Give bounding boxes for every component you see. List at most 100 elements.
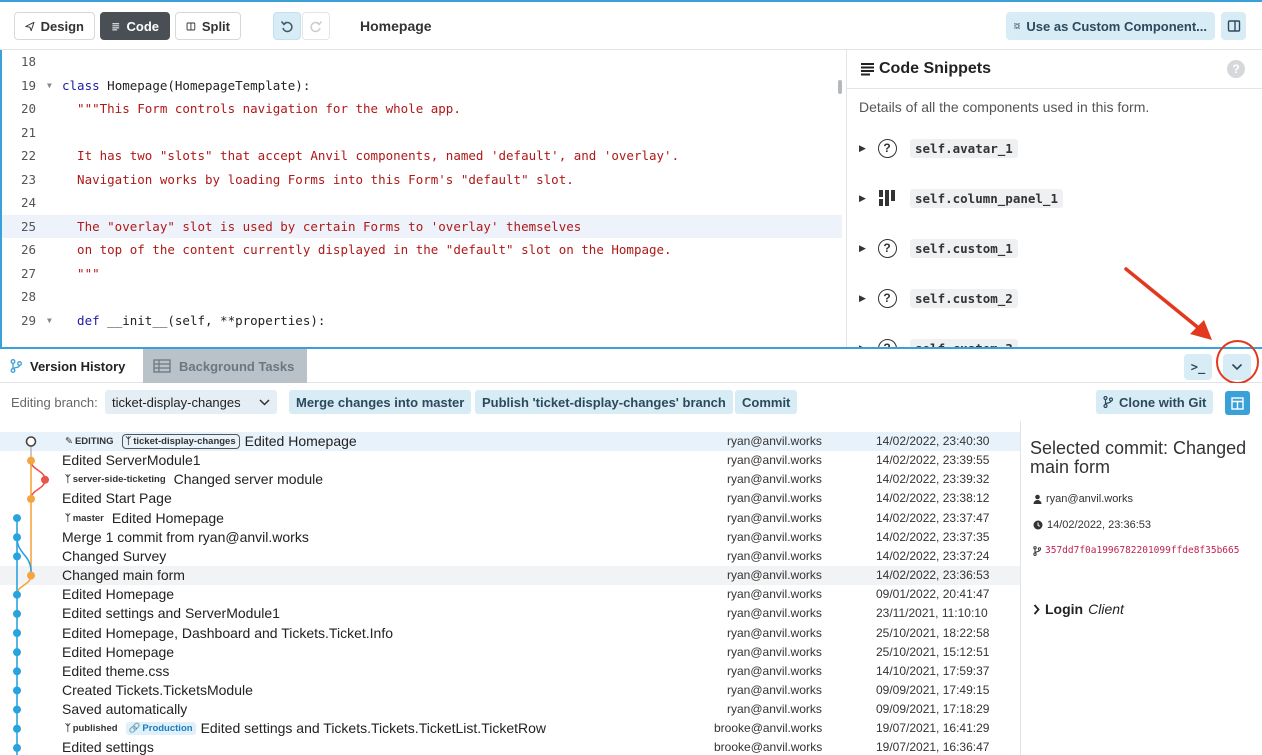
- expand-caret-icon[interactable]: ▶: [859, 193, 877, 204]
- editor-scrollbar[interactable]: [838, 80, 842, 94]
- commit-row[interactable]: Edited settings brooke@anvil.works 19/07/2…: [0, 738, 1020, 755]
- commit-node[interactable]: [27, 456, 35, 465]
- expand-caret-icon[interactable]: ▶: [859, 143, 877, 154]
- code-line[interactable]: 18: [2, 50, 842, 73]
- question-icon: ?: [877, 238, 897, 258]
- commit-node[interactable]: [27, 571, 35, 580]
- snippet-item[interactable]: ▶?self.custom_3: [859, 335, 1018, 347]
- merge-button[interactable]: Merge changes into master: [289, 390, 472, 414]
- commit-message: Changed Survey: [62, 547, 166, 566]
- commit-node[interactable]: [13, 667, 21, 676]
- code-button[interactable]: Code: [100, 12, 170, 40]
- clone-with-git-label: Clone with Git: [1119, 394, 1207, 410]
- login-client-item[interactable]: Login Client: [1033, 601, 1124, 617]
- line-number: 20: [20, 101, 36, 116]
- commit-message-text: Merge 1 commit from ryan@anvil.works: [62, 528, 309, 545]
- code-line[interactable]: 19 ▼ class Homepage(HomepageTemplate):: [2, 74, 842, 97]
- code-line[interactable]: 25 The "overlay" slot is used by certain…: [2, 214, 842, 238]
- commit-node[interactable]: [13, 629, 21, 637]
- code-line[interactable]: 21: [2, 121, 842, 144]
- commit-node[interactable]: [25, 436, 37, 447]
- commit-message: Edited Homepage: [62, 643, 174, 662]
- commit-button[interactable]: Commit: [735, 390, 798, 414]
- publish-branch-button[interactable]: Publish 'ticket-display-changes' branch: [475, 390, 733, 414]
- bottom-panel-tabs: Version History Background Tasks >_: [0, 347, 1262, 383]
- commit-node[interactable]: [13, 743, 21, 752]
- commit-message: Merge 1 commit from ryan@anvil.works: [62, 528, 309, 547]
- commit-row[interactable]: Edited Homepage ryan@anvil.works 09/01/202…: [0, 585, 1020, 604]
- commit-row[interactable]: Edited theme.css ryan@anvil.works 14/10/20…: [0, 662, 1020, 681]
- commit-node[interactable]: [41, 475, 49, 484]
- commit-node[interactable]: [13, 686, 21, 695]
- snippet-item[interactable]: ▶? self.custom_1: [859, 235, 1018, 261]
- tab-version-history[interactable]: Version History: [0, 349, 142, 383]
- branch-select-value: ticket-display-changes: [112, 394, 241, 410]
- commit-row[interactable]: ᛉ server-side-ticketing Changed server mod…: [0, 470, 1020, 489]
- commit-message-text: Edited Start Page: [62, 490, 172, 507]
- code-line[interactable]: 20 """This Form controls navigation for …: [2, 97, 842, 120]
- commit-row[interactable]: Edited Homepage ryan@anvil.works 25/10/202…: [0, 643, 1020, 662]
- code-line[interactable]: 28: [2, 285, 842, 308]
- snippet-item[interactable]: ▶? self.avatar_1: [859, 135, 1018, 161]
- line-number: 22: [20, 148, 36, 163]
- commit-row[interactable]: Edited settings and ServerModule1 ryan@an…: [0, 604, 1020, 623]
- code-text: It has two "slots" that accept Anvil com…: [62, 144, 679, 167]
- commit-row[interactable]: Edited Homepage, Dashboard and Tickets.T…: [0, 624, 1020, 643]
- snippet-item[interactable]: ▶? self.custom_2: [859, 285, 1018, 311]
- code-line[interactable]: 29 ▼ def __init__(self, **properties):: [2, 309, 842, 332]
- commit-row[interactable]: Changed main form ryan@anvil.works 14/02/2…: [0, 566, 1020, 586]
- tab-background-tasks[interactable]: Background Tasks: [143, 349, 307, 383]
- code-line[interactable]: 24: [2, 191, 842, 214]
- commit-node[interactable]: [13, 590, 21, 599]
- clone-with-git-button[interactable]: Clone with Git: [1096, 390, 1214, 414]
- code-line[interactable]: 22 It has two "slots" that accept Anvil …: [2, 144, 842, 167]
- commit-node[interactable]: [27, 494, 35, 503]
- use-as-custom-component-button[interactable]: Use as Custom Component...: [1006, 12, 1215, 40]
- design-button[interactable]: Design: [14, 12, 95, 40]
- commit-row[interactable]: ᛉ published 🔗 Production Edited settings and…: [0, 719, 1020, 738]
- commit-date: 14/02/2022, 23:39:32: [876, 472, 990, 487]
- branch-select[interactable]: ticket-display-changes: [105, 390, 277, 414]
- redo-button[interactable]: [302, 12, 330, 40]
- commit-row[interactable]: Changed Survey ryan@anvil.works 14/02/2022…: [0, 547, 1020, 566]
- line-number: 25: [20, 218, 36, 234]
- commit-node[interactable]: [13, 648, 21, 657]
- clock-icon: [1033, 520, 1043, 530]
- branch-tag: ᛉ published: [62, 722, 121, 735]
- commit-row[interactable]: Merge 1 commit from ryan@anvil.works ryan…: [0, 528, 1020, 547]
- commit-node[interactable]: [13, 533, 21, 542]
- commit-node[interactable]: [13, 552, 21, 561]
- commit-row[interactable]: ✎ EDITING ᛉ ticket-display-changes Edited Ho…: [0, 432, 1020, 451]
- commit-message-text: Edited settings: [62, 739, 154, 755]
- layout-toggle-button[interactable]: [1225, 391, 1250, 415]
- fold-caret-icon[interactable]: ▼: [47, 309, 52, 332]
- branch-icon: [1033, 545, 1041, 556]
- commit-date: 09/01/2022, 20:41:47: [876, 587, 990, 602]
- code-line[interactable]: 26 on top of the content currently displ…: [2, 238, 842, 261]
- commit-message-text: Changed Survey: [62, 547, 167, 564]
- snippet-item[interactable]: ▶ self.column_panel_1: [859, 185, 1063, 211]
- code-editor[interactable]: 18 19 ▼ class Homepage(HomepageTemplate): 20…: [0, 50, 846, 347]
- commit-row[interactable]: Saved automatically ryan@anvil.works 09/09…: [0, 700, 1020, 719]
- commit-node[interactable]: [13, 724, 21, 733]
- commit-row[interactable]: ᛉ master Edited Homepage ryan@anvil.works 14…: [0, 509, 1020, 528]
- question-icon: ?: [877, 338, 897, 347]
- snippet-label: self.custom_3: [910, 338, 1018, 347]
- commit-row[interactable]: Created Tickets.TicketsModule ryan@anvil.…: [0, 681, 1020, 700]
- commit-node[interactable]: [13, 705, 21, 714]
- code-line[interactable]: 27 """: [2, 262, 842, 285]
- commit-node[interactable]: [13, 514, 21, 523]
- undo-button[interactable]: [273, 12, 301, 40]
- fold-caret-icon[interactable]: ▼: [47, 74, 52, 97]
- code-line[interactable]: 23 Navigation works by loading Forms int…: [2, 168, 842, 191]
- question-icon: ?: [877, 138, 897, 158]
- toggle-side-panel-button[interactable]: [1221, 12, 1246, 40]
- commit-row[interactable]: Edited Start Page ryan@anvil.works 14/02/2…: [0, 489, 1020, 508]
- split-button[interactable]: Split: [175, 12, 241, 40]
- console-button[interactable]: >_: [1184, 354, 1212, 380]
- expand-caret-icon[interactable]: ▶: [859, 293, 877, 304]
- help-icon[interactable]: ?: [1227, 60, 1245, 78]
- commit-row[interactable]: Edited ServerModule1 ryan@anvil.works 14/0…: [0, 451, 1020, 470]
- expand-caret-icon[interactable]: ▶: [859, 243, 877, 254]
- commit-node[interactable]: [13, 609, 21, 618]
